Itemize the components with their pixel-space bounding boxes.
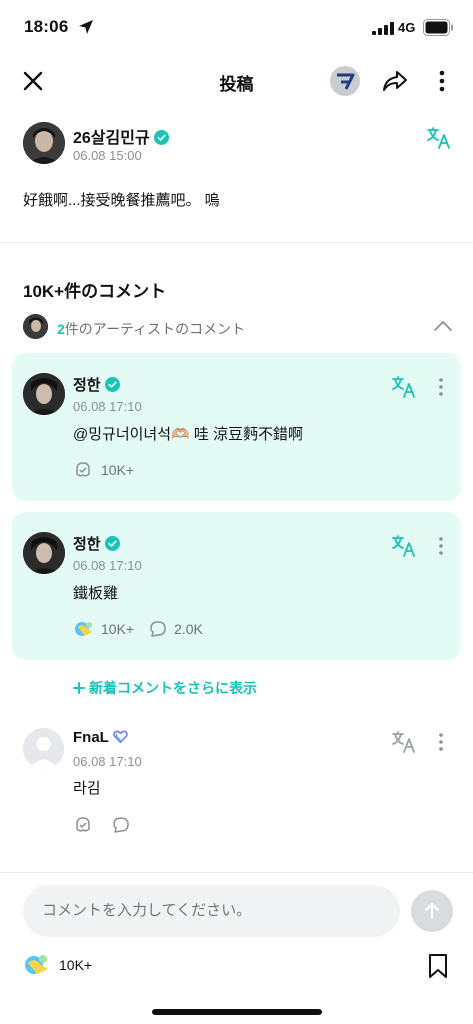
artist-comment-card: 정한 06.08 17:10 鐵板雞 10K+ 2.0K	[12, 512, 461, 660]
post-header: 26살김민규 06.08 15:00	[0, 122, 473, 170]
reply-icon[interactable]	[148, 619, 168, 639]
fan-comment: FnaL 06.08 17:10 라김	[12, 715, 461, 845]
commenter-name-text: 정한	[73, 536, 101, 553]
comment-body: 鐵板雞	[73, 585, 119, 602]
translate-icon[interactable]	[426, 126, 452, 150]
reaction-count: 10K+	[59, 957, 93, 973]
reply-count: 2.0K	[174, 621, 203, 637]
commenter-name-text: FnaL	[73, 729, 109, 746]
battery-icon	[423, 19, 453, 36]
divider	[0, 242, 473, 243]
like-icon[interactable]	[73, 460, 93, 480]
post-body: 好餓啊...接受晚餐推薦吧。 嗚	[23, 192, 220, 209]
comment-body: @밍규너이녀석🫶🏼 哇 涼豆麪不錯啊	[73, 426, 304, 443]
translate-icon[interactable]	[391, 534, 417, 558]
comment-body: 라김	[73, 780, 101, 797]
author-avatar[interactable]	[23, 122, 65, 164]
chevron-up-icon[interactable]	[433, 318, 453, 334]
like-count: 10K+	[101, 462, 135, 478]
post-reaction-button[interactable]: 10K+	[23, 952, 92, 978]
comment-actions: 10K+ 2.0K	[73, 619, 203, 639]
nav-bar: 投稿	[0, 56, 473, 104]
artist-comment-card: 정한 06.08 17:10 @밍규너이녀석🫶🏼 哇 涼豆麪不錯啊 10K+	[12, 353, 461, 501]
divider	[0, 872, 473, 873]
verified-icon	[104, 536, 120, 551]
commenter-avatar[interactable]	[23, 532, 65, 574]
show-more-comments-label: 新着コメントをさらに表示	[89, 680, 257, 696]
more-icon[interactable]	[438, 732, 444, 752]
comment-actions: 10K+	[73, 460, 134, 480]
commenter-avatar[interactable]	[23, 728, 64, 769]
membership-heart-icon	[113, 730, 128, 744]
comments-title: 10K+件のコメント	[23, 282, 167, 301]
community-logo-icon[interactable]	[330, 66, 360, 96]
like-icon[interactable]	[73, 815, 93, 835]
commenter-name[interactable]: 정한	[73, 374, 120, 395]
comment-actions	[73, 815, 131, 835]
artist-label-text: 件のアーティストのコメント	[64, 321, 246, 337]
more-icon[interactable]	[438, 536, 444, 556]
reply-icon[interactable]	[111, 815, 131, 835]
status-time: 18:06	[24, 17, 69, 36]
plus-icon	[73, 682, 85, 694]
home-indicator	[152, 1009, 322, 1015]
author-name-text: 26살김민규	[73, 130, 150, 147]
commenter-name[interactable]: 정한	[73, 533, 120, 554]
share-icon[interactable]	[381, 67, 409, 95]
translate-icon[interactable]	[391, 730, 417, 754]
author-name[interactable]: 26살김민규	[73, 124, 169, 148]
comment-date: 06.08 17:10	[73, 558, 142, 573]
send-icon	[425, 903, 439, 919]
more-icon[interactable]	[432, 67, 452, 95]
commenter-avatar[interactable]	[23, 373, 65, 415]
comment-input[interactable]	[23, 885, 400, 937]
show-more-comments-button[interactable]: 新着コメントをさらに表示	[73, 678, 257, 698]
more-icon[interactable]	[438, 377, 444, 397]
artist-avatar	[23, 314, 48, 339]
like-icon	[25, 955, 48, 974]
artist-comments-toggle[interactable]: 2件のアーティストのコメント	[23, 314, 453, 340]
verified-icon	[153, 130, 169, 145]
commenter-name-text: 정한	[73, 377, 101, 394]
send-button[interactable]	[411, 890, 453, 932]
network-label: 4G	[398, 20, 416, 35]
signal-icon	[372, 22, 394, 35]
artist-comments-label: 2件のアーティストのコメント	[57, 319, 245, 339]
location-arrow-icon	[79, 20, 93, 34]
translate-icon[interactable]	[391, 375, 417, 399]
like-icon[interactable]	[73, 619, 95, 639]
like-count: 10K+	[101, 621, 135, 637]
status-bar: 18:06 4G	[0, 0, 473, 56]
verified-icon	[104, 377, 120, 392]
comment-date: 06.08 17:10	[73, 399, 142, 414]
artist-count: 2	[57, 321, 65, 337]
post-date: 06.08 15:00	[73, 148, 142, 163]
commenter-name[interactable]: FnaL	[73, 729, 128, 746]
comment-date: 06.08 17:10	[73, 754, 142, 769]
bookmark-icon[interactable]	[428, 953, 448, 979]
